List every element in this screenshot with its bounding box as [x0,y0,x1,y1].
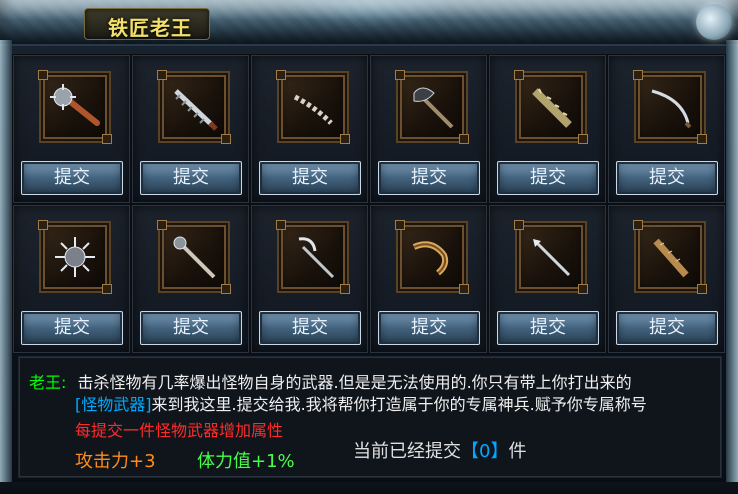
item-slot[interactable] [276,70,350,144]
weapon-cell: 提交 [369,204,488,354]
weapon-cell: 提交 [250,204,369,354]
item-slot[interactable] [38,220,112,294]
submit-button[interactable]: 提交 [378,161,480,195]
chain-whip-icon [293,94,333,125]
item-slot[interactable] [514,220,588,294]
item-slot[interactable] [633,220,707,294]
item-slot[interactable] [514,70,588,144]
submit-button[interactable]: 提交 [616,311,718,345]
submit-button[interactable]: 提交 [259,311,361,345]
monster-weapon-tag: [怪物武器] [75,395,152,414]
submit-button[interactable]: 提交 [21,311,123,345]
submission-count: 当前已经提交【0】件 [353,437,526,463]
attack-bonus: 攻击力+3 [75,451,156,472]
submit-button[interactable]: 提交 [497,161,599,195]
item-slot[interactable] [633,70,707,144]
weapon-cell: 提交 [607,204,726,354]
submit-button[interactable]: 提交 [21,161,123,195]
stamina-bonus: 体力值+1% [197,451,295,472]
submit-button[interactable]: 提交 [140,311,242,345]
staff-icon [173,236,216,279]
item-slot[interactable] [157,220,231,294]
submit-button[interactable]: 提交 [497,311,599,345]
spear-icon [533,239,571,277]
thorn-club-icon [532,88,572,128]
weapon-grid: 提交 提交 提交 提交 提交 提交 提交 提交 提交 提交 提交 提交 [12,54,726,354]
count-value: 【0】 [461,441,509,462]
item-slot[interactable] [157,70,231,144]
horn-blade-icon [412,241,449,276]
item-slot[interactable] [38,70,112,144]
description-line-2: [怪物武器]来到我这里.提交给我.我将帮你打造属于你的专属神兵.赋予你专属称号 [75,391,647,415]
count-suffix: 件 [508,441,527,462]
weapon-cell: 提交 [607,54,726,204]
description-line-1: 老王: 击杀怪物有几率爆出怪物自身的武器.但是是无法使用的.你只有带上你打出来的 [29,369,632,393]
item-slot[interactable] [395,220,469,294]
window-left-border [0,40,12,494]
submit-button[interactable]: 提交 [259,161,361,195]
axe-icon [413,87,454,129]
weapon-cell: 提交 [250,54,369,204]
description-panel: 老王: 击杀怪物有几率爆出怪物自身的武器.但是是无法使用的.你只有带上你打出来的… [18,356,722,478]
submit-button[interactable]: 提交 [378,311,480,345]
item-slot[interactable] [395,70,469,144]
submit-button[interactable]: 提交 [616,161,718,195]
bone-club-icon [653,238,689,278]
window-right-border [726,40,738,494]
npc-speaker: 老王: [29,373,67,392]
item-slot[interactable] [276,220,350,294]
scythe-icon [298,237,335,279]
window-title: 铁匠老王 [108,16,192,40]
spiked-ball-icon [55,237,95,277]
window-bottom-border [0,482,738,494]
bonus-title: 每提交一件怪物武器增加属性 [75,421,284,440]
serrated-blade-icon [174,89,218,131]
submit-button[interactable]: 提交 [140,161,242,195]
mace-icon [50,84,100,126]
weapon-cell: 提交 [131,54,250,204]
corner-ornament-icon [696,4,732,40]
weapon-cell: 提交 [12,204,131,354]
count-prefix: 当前已经提交 [353,441,461,462]
description-text-2: 来到我这里.提交给我.我将帮你打造属于你的专属神兵.赋予你专属称号 [151,395,647,414]
weapon-cell: 提交 [369,54,488,204]
weapon-cell: 提交 [131,204,250,354]
weapon-cell: 提交 [488,54,607,204]
weapon-cell: 提交 [488,204,607,354]
description-text-1: 击杀怪物有几率爆出怪物自身的武器.但是是无法使用的.你只有带上你打出来的 [77,373,632,392]
curved-sword-icon [651,89,692,129]
weapon-cell: 提交 [12,54,131,204]
